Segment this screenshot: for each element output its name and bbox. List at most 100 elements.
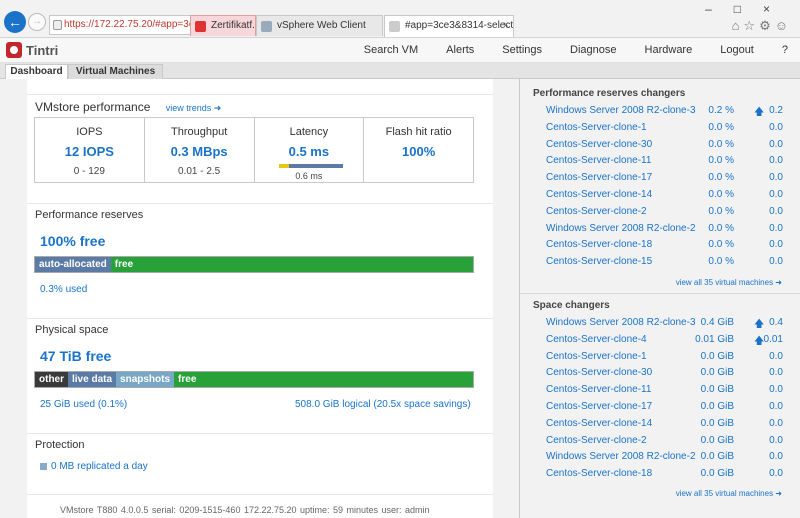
vm-row[interactable]: Centos-Server-clone-17 0.0 % 0.0: [520, 172, 800, 188]
vm-value: 0.0 GiB: [700, 451, 734, 463]
tintri-logo[interactable]: Tintri: [6, 40, 58, 60]
vm-row[interactable]: Centos-Server-clone-1 0.0 GiB 0.0: [520, 351, 800, 367]
vm-row[interactable]: Centos-Server-clone-4 0.01 GiB 🡅 0.01: [520, 334, 800, 350]
physical-space-logical: 508.0 GiB logical (20.5x space savings): [295, 399, 471, 410]
nav-logout[interactable]: Logout: [720, 44, 754, 56]
vm-value: 0.4 GiB: [700, 317, 734, 328]
vm-value: 0.0 GiB: [700, 384, 734, 396]
nav-diagnose[interactable]: Diagnose: [570, 44, 616, 56]
window-controls[interactable]: –□×: [705, 2, 792, 16]
tintri-logo-icon: [6, 42, 22, 58]
metric-iops[interactable]: IOPS 12 IOPS 0 - 129: [35, 118, 145, 182]
vm-value: 0.0 %: [708, 121, 734, 133]
vm-row[interactable]: Centos-Server-clone-30 0.0 % 0.0: [520, 139, 800, 155]
metric-throughput[interactable]: Throughput 0.3 MBps 0.01 - 2.5: [145, 118, 255, 182]
vm-name[interactable]: Windows Server 2008 R2-clone-3: [546, 317, 696, 328]
view-trends-label: view trends: [165, 103, 212, 113]
vm-row[interactable]: Windows Server 2008 R2-clone-2 0.0 % 0.0: [520, 223, 800, 239]
tab-dashboard[interactable]: Dashboard: [5, 64, 68, 80]
view-trends-link[interactable]: view trends ➜: [166, 103, 222, 113]
metric-label: IOPS: [76, 126, 103, 138]
vm-change: 0.0: [769, 384, 783, 396]
tab-certificate-error[interactable]: Zertifikatf...: [190, 15, 256, 36]
vm-name[interactable]: Centos-Server-clone-15: [546, 256, 652, 267]
perf-reserves-bar[interactable]: auto-allocated free: [34, 256, 474, 273]
replicated-text: 0 MB replicated a day: [51, 461, 148, 472]
vm-name[interactable]: Centos-Server-clone-4: [546, 334, 647, 345]
back-arrow-icon[interactable]: ←: [4, 11, 26, 33]
vm-change: 0.0: [769, 468, 783, 480]
vm-name[interactable]: Windows Server 2008 R2-clone-2: [546, 451, 696, 462]
vm-value: 0.2 %: [708, 105, 734, 116]
vmstore-title-text: VMstore performance: [35, 100, 151, 114]
forward-arrow-icon[interactable]: →: [28, 13, 46, 31]
browser-toolbar-icons[interactable]: ⌂☆⚙☺: [732, 18, 792, 34]
status-footer: VMstore T880 4.0.0.5 serial: 0209-1515-4…: [60, 505, 430, 515]
vm-row[interactable]: Centos-Server-clone-17 0.0 GiB 0.0: [520, 401, 800, 417]
nav-settings[interactable]: Settings: [502, 44, 542, 56]
vm-name[interactable]: Centos-Server-clone-17: [546, 401, 652, 412]
tab-vsphere[interactable]: vSphere Web Client: [256, 15, 383, 36]
vm-row[interactable]: Windows Server 2008 R2-clone-3 0.4 GiB 🡅 0.…: [520, 317, 800, 333]
vm-row[interactable]: Centos-Server-clone-1 0.0 % 0.0: [520, 122, 800, 138]
bar-segment-live-data: live data: [68, 372, 117, 387]
tab-label: vSphere Web Client: [277, 20, 366, 31]
metric-flash-hit-ratio[interactable]: Flash hit ratio 100%: [364, 118, 473, 182]
address-url[interactable]: https://172.22.75.20/#app=3c: [64, 19, 194, 30]
vm-name[interactable]: Windows Server 2008 R2-clone-2: [546, 223, 696, 234]
vm-row[interactable]: Centos-Server-clone-14 0.0 % 0.0: [520, 189, 800, 205]
nav-help[interactable]: ?: [782, 44, 788, 56]
vm-change: 0.0: [769, 367, 783, 379]
vm-name[interactable]: Centos-Server-clone-30: [546, 139, 652, 150]
tab-virtual-machines[interactable]: Virtual Machines: [68, 64, 163, 79]
browser-chrome: ← → https://172.22.75.20/#app=3c ⚲▾ Zert…: [0, 0, 800, 38]
vm-name[interactable]: Centos-Server-clone-14: [546, 418, 652, 429]
vm-change: 0.2: [769, 105, 783, 116]
vm-name[interactable]: Centos-Server-clone-14: [546, 189, 652, 200]
close-tab-icon[interactable]: ×: [503, 16, 509, 36]
vm-name[interactable]: Centos-Server-clone-18: [546, 468, 652, 479]
brand-name: Tintri: [26, 42, 59, 58]
bar-segment-auto-allocated: auto-allocated: [35, 257, 111, 272]
vm-name[interactable]: Centos-Server-clone-30: [546, 367, 652, 378]
nav-search-vm[interactable]: Search VM: [364, 44, 418, 56]
vm-name[interactable]: Centos-Server-clone-11: [546, 384, 651, 395]
replication-icon: [40, 462, 47, 470]
vm-name[interactable]: Centos-Server-clone-11: [546, 155, 651, 166]
vm-value: 0.01 GiB: [695, 333, 734, 345]
tab-active[interactable]: #app=3ce3&8314-selectedI... ×: [384, 15, 514, 37]
space-view-all-link[interactable]: view all 35 virtual machines ➜: [676, 489, 782, 498]
page-icon: [389, 21, 400, 32]
vm-row[interactable]: Centos-Server-clone-18 0.0 GiB 0.0: [520, 468, 800, 484]
divider: [27, 203, 493, 204]
arrow-right-icon: ➜: [213, 103, 222, 113]
vm-change: 0.0: [769, 239, 783, 251]
vm-row[interactable]: Centos-Server-clone-2 0.0 % 0.0: [520, 206, 800, 222]
vm-name[interactable]: Centos-Server-clone-18: [546, 239, 652, 250]
vm-name[interactable]: Windows Server 2008 R2-clone-3: [546, 105, 696, 116]
nav-hardware[interactable]: Hardware: [645, 44, 693, 56]
vm-row[interactable]: Centos-Server-clone-18 0.0 % 0.0: [520, 239, 800, 255]
vm-name[interactable]: Centos-Server-clone-2: [546, 435, 647, 446]
vm-name[interactable]: Centos-Server-clone-17: [546, 172, 652, 183]
reserves-view-all-link[interactable]: view all 35 virtual machines ➜: [676, 278, 782, 287]
vm-value: 0.0 %: [708, 222, 734, 234]
nav-alerts[interactable]: Alerts: [446, 44, 474, 56]
vm-row[interactable]: Centos-Server-clone-14 0.0 GiB 0.0: [520, 418, 800, 434]
vm-row[interactable]: Centos-Server-clone-2 0.0 GiB 0.0: [520, 435, 800, 451]
vm-row[interactable]: Centos-Server-clone-11 0.0 % 0.0: [520, 155, 800, 171]
metric-latency[interactable]: Latency 0.5 ms 0.6 ms: [255, 118, 365, 182]
metric-value: 12 IOPS: [64, 144, 114, 159]
vm-name[interactable]: Centos-Server-clone-1: [546, 351, 647, 362]
vm-row[interactable]: Centos-Server-clone-11 0.0 GiB 0.0: [520, 384, 800, 400]
vm-name[interactable]: Centos-Server-clone-1: [546, 122, 647, 133]
vm-change: 0.0: [769, 417, 783, 429]
physical-space-bar[interactable]: other live data snapshots free: [34, 371, 474, 388]
vm-row[interactable]: Centos-Server-clone-15 0.0 % 0.0: [520, 256, 800, 272]
vm-name[interactable]: Centos-Server-clone-2: [546, 206, 647, 217]
dashboard-content: VMstore performance view trends ➜ IOPS 1…: [27, 79, 493, 518]
vm-row[interactable]: Windows Server 2008 R2-clone-3 0.2 % 🡅 0.2: [520, 105, 800, 121]
vm-row[interactable]: Centos-Server-clone-30 0.0 GiB 0.0: [520, 367, 800, 383]
vm-row[interactable]: Windows Server 2008 R2-clone-2 0.0 GiB 0.0: [520, 451, 800, 467]
view-all-label: view all 35 virtual machines: [675, 278, 774, 287]
